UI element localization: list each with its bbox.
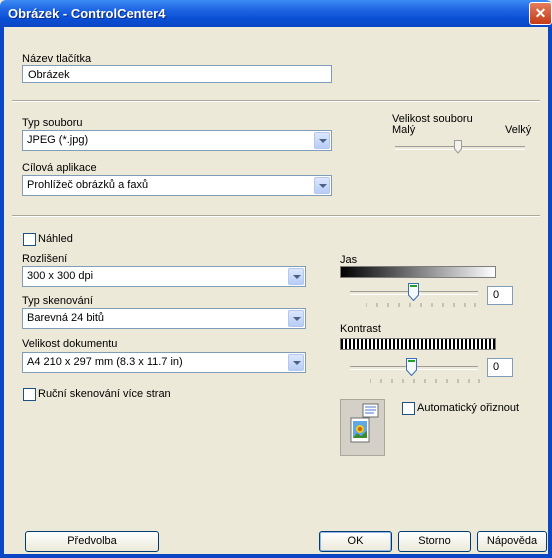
auto-crop-checkbox[interactable] — [402, 402, 415, 415]
chevron-down-icon[interactable] — [288, 310, 304, 327]
cancel-button[interactable]: Storno — [398, 531, 471, 552]
scan-type-select[interactable]: Barevná 24 bitů — [22, 308, 306, 329]
auto-crop-preview-image — [340, 399, 385, 456]
window-frame-right — [548, 27, 552, 558]
manual-scan-checkbox[interactable] — [23, 388, 36, 401]
separator — [12, 100, 540, 102]
close-icon: ✕ — [534, 5, 547, 21]
contrast-ticks — [370, 379, 480, 383]
manual-scan-label: Ruční skenování více stran — [38, 388, 171, 400]
target-app-label: Cílová aplikace — [22, 162, 97, 174]
contrast-gradient — [340, 338, 496, 350]
contrast-slider-thumb[interactable] — [406, 358, 417, 376]
file-type-value: JPEG (*.jpg) — [27, 134, 89, 146]
button-name-input[interactable]: Obrázek — [22, 65, 332, 83]
preset-button[interactable]: Předvolba — [25, 531, 159, 552]
resolution-label: Rozlišení — [22, 253, 68, 265]
chevron-down-icon[interactable] — [288, 268, 304, 285]
title-bar[interactable]: Obrázek - ControlCenter4 ✕ — [0, 0, 552, 27]
file-size-slider-thumb[interactable] — [454, 140, 462, 154]
chevron-down-icon[interactable] — [314, 132, 330, 149]
chevron-down-icon[interactable] — [314, 177, 330, 194]
doc-size-label: Velikost dokumentu — [22, 338, 118, 350]
button-name-label: Název tlačítka — [22, 53, 92, 65]
document-photo-icon — [350, 403, 379, 443]
resolution-value: 300 x 300 dpi — [27, 270, 94, 282]
auto-crop-label: Automatický ořiznout — [417, 402, 520, 414]
brightness-ticks — [366, 303, 476, 307]
brightness-label: Jas — [340, 254, 358, 266]
close-button[interactable]: ✕ — [529, 2, 552, 25]
preview-label: Náhled — [38, 233, 73, 245]
window-frame-left — [0, 27, 4, 558]
file-size-max-label: Velký — [505, 124, 532, 136]
doc-size-select[interactable]: A4 210 x 297 mm (8.3 x 11.7 in) — [22, 352, 306, 373]
target-app-select[interactable]: Prohlížeč obrázků a faxů — [22, 175, 332, 196]
ok-button[interactable]: OK — [319, 531, 392, 552]
dialog-window: Obrázek - ControlCenter4 ✕ Název tlačítk… — [0, 0, 552, 558]
scan-type-value: Barevná 24 bitů — [27, 312, 105, 324]
help-button[interactable]: Nápověda — [477, 531, 547, 552]
brightness-input[interactable]: 0 — [487, 286, 513, 305]
brightness-slider-thumb[interactable] — [408, 283, 419, 301]
target-app-value: Prohlížeč obrázků a faxů — [27, 179, 149, 191]
resolution-select[interactable]: 300 x 300 dpi — [22, 266, 306, 287]
window-frame-bottom — [0, 554, 552, 558]
contrast-label: Kontrast — [340, 323, 381, 335]
file-type-label: Typ souboru — [22, 117, 83, 129]
separator — [12, 215, 540, 217]
file-size-min-label: Malý — [392, 124, 416, 136]
preview-checkbox[interactable] — [23, 233, 36, 246]
chevron-down-icon[interactable] — [288, 354, 304, 371]
brightness-gradient — [340, 266, 496, 278]
scan-type-label: Typ skenování — [22, 295, 93, 307]
window-title: Obrázek - ControlCenter4 — [8, 6, 166, 21]
contrast-input[interactable]: 0 — [487, 358, 513, 377]
file-type-select[interactable]: JPEG (*.jpg) — [22, 130, 332, 151]
doc-size-value: A4 210 x 297 mm (8.3 x 11.7 in) — [27, 356, 183, 368]
